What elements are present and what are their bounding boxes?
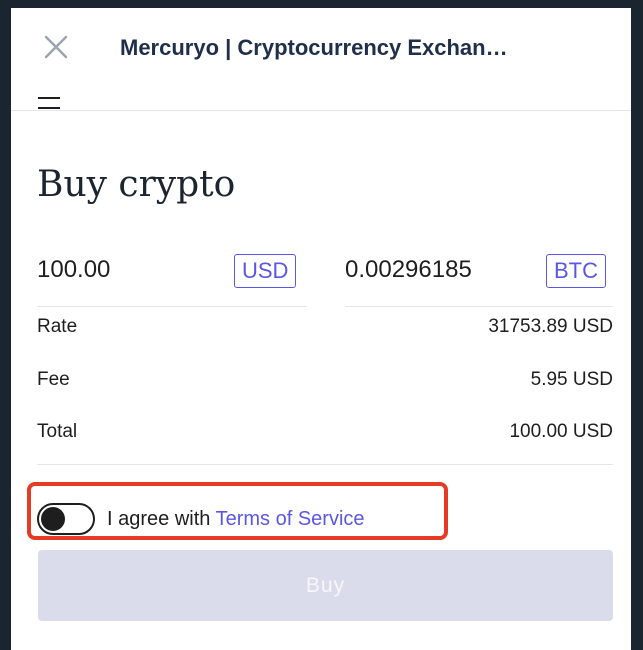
spend-currency-selector[interactable]: USD <box>234 254 297 288</box>
rate-row: Rate 31753.89 USD <box>37 316 613 346</box>
terms-toggle[interactable] <box>37 503 95 535</box>
summary-divider <box>37 464 613 465</box>
terms-of-service-link[interactable]: Terms of Service <box>216 508 365 530</box>
title-bar: Mercuryo | Cryptocurrency Exchan… <box>11 8 631 111</box>
total-row: Total 100.00 USD <box>37 421 613 451</box>
total-label: Total <box>37 421 78 442</box>
close-icon[interactable] <box>43 34 69 60</box>
fee-value: 5.95 USD <box>530 369 613 390</box>
fee-row: Fee 5.95 USD <box>37 369 613 399</box>
terms-prefix: I agree with <box>107 508 216 530</box>
rate-value: 31753.89 USD <box>488 316 613 337</box>
fee-label: Fee <box>37 369 70 390</box>
terms-text: I agree with Terms of Service <box>107 508 365 531</box>
spend-amount-field[interactable]: 100.00 USD <box>37 236 307 307</box>
receive-currency-selector[interactable]: BTC <box>546 254 606 288</box>
menu-icon[interactable] <box>37 95 61 117</box>
buy-crypto-sheet: Mercuryo | Cryptocurrency Exchan… Buy cr… <box>11 8 631 650</box>
receive-amount-field[interactable]: 0.00296185 BTC <box>345 236 613 307</box>
receive-amount-value[interactable]: 0.00296185 <box>345 256 472 284</box>
buy-button[interactable]: Buy <box>38 550 613 621</box>
toggle-knob <box>41 507 65 531</box>
spend-amount-value[interactable]: 100.00 <box>37 256 110 284</box>
total-value: 100.00 USD <box>509 421 613 442</box>
window-title: Mercuryo | Cryptocurrency Exchan… <box>120 35 508 60</box>
page-title: Buy crypto <box>37 164 236 205</box>
rate-label: Rate <box>37 316 78 337</box>
